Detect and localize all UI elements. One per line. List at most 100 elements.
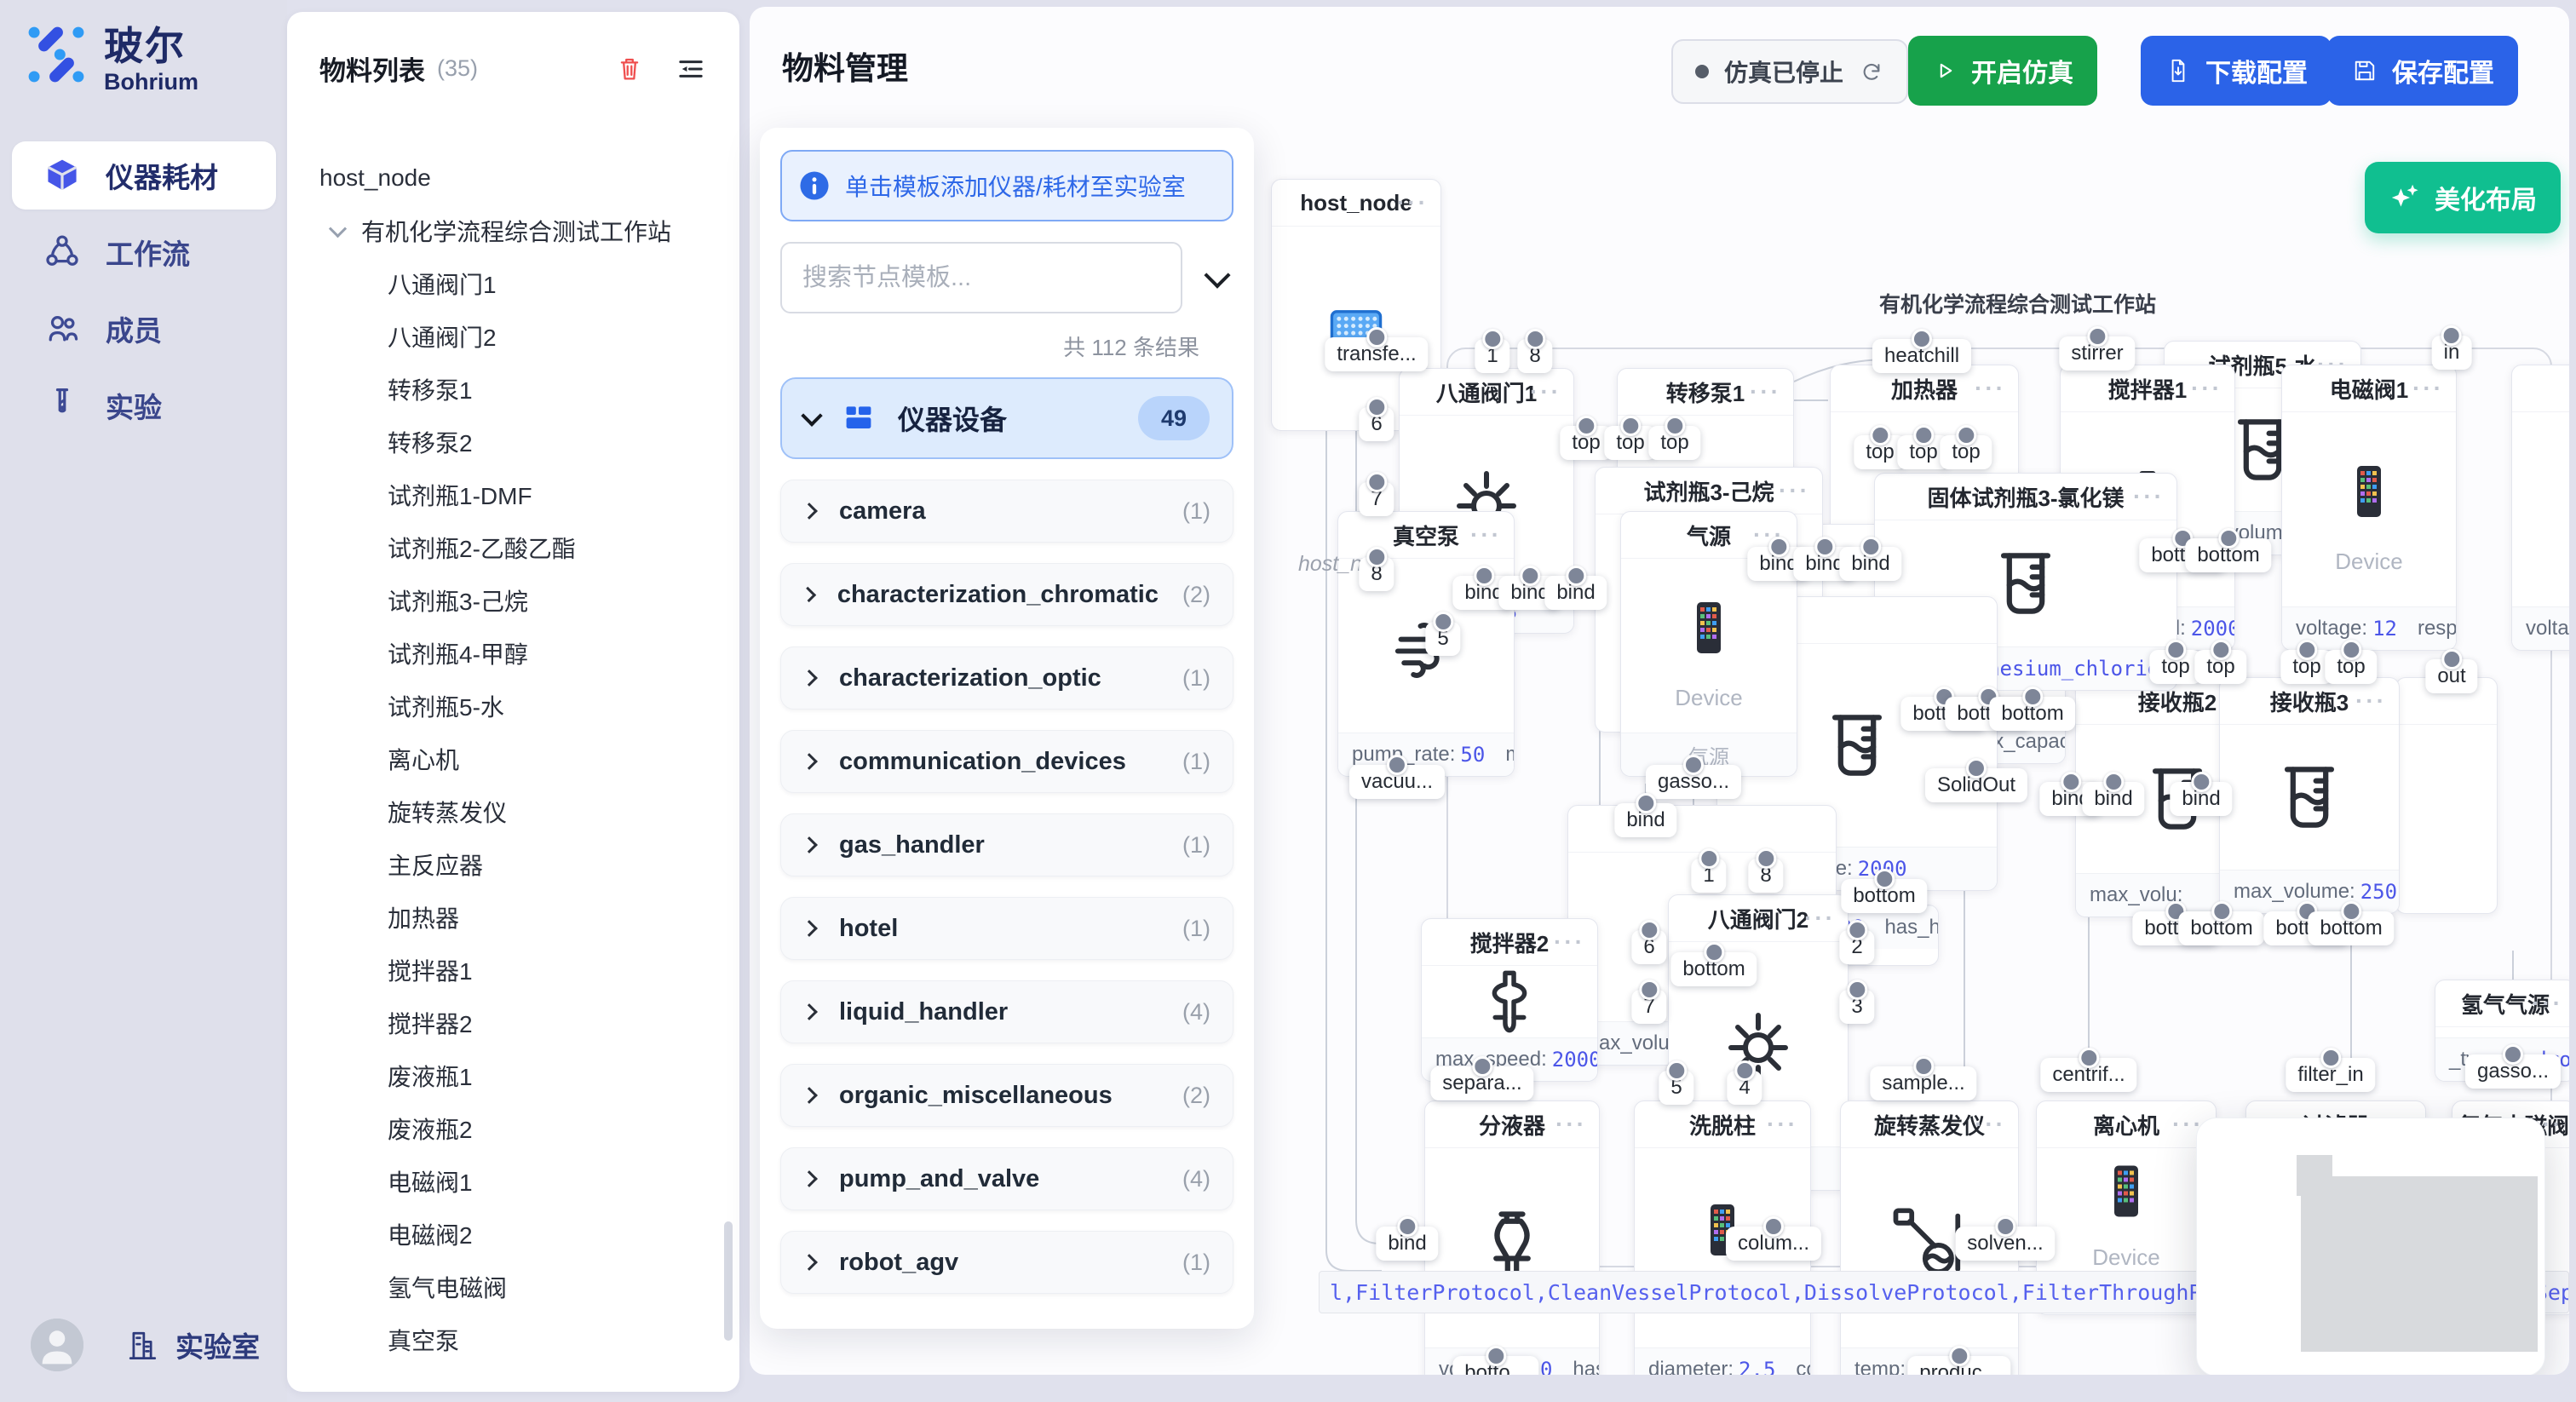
port-pill-4[interactable]: 4: [1727, 1071, 1762, 1105]
node-menu-icon[interactable]: ···: [1470, 521, 1502, 549]
search-input[interactable]: [780, 242, 1182, 313]
canvas-node-分液器[interactable]: 分液器···volume:250has_phases:true: [1424, 1100, 1600, 1375]
sidebar-item-lab[interactable]: 实验室: [123, 1324, 260, 1365]
tree-item[interactable]: 电磁阀2: [287, 1208, 734, 1261]
port-pill-bottom[interactable]: bottom: [1989, 697, 2075, 731]
node-menu-icon[interactable]: ···: [1555, 1111, 1587, 1138]
port-pill-2[interactable]: 2: [1839, 930, 1874, 964]
port-pill-8[interactable]: 8: [1748, 859, 1783, 893]
port-pill-gasso[interactable]: gasso...: [2465, 1054, 2561, 1089]
canvas-node-接收瓶3[interactable]: 接收瓶3···max_volume:250: [2219, 677, 2400, 914]
node-menu-icon[interactable]: ···: [1767, 1111, 1798, 1138]
download-config-button[interactable]: 下载配置: [2141, 36, 2332, 106]
node-menu-icon[interactable]: ···: [2412, 375, 2444, 402]
tree-item[interactable]: 试剂瓶4-甲醇: [287, 627, 734, 680]
port-pill-3[interactable]: 3: [1839, 990, 1874, 1024]
chevron-down-icon[interactable]: [329, 220, 347, 238]
node-menu-icon[interactable]: ···: [2532, 990, 2563, 1017]
node-menu-icon[interactable]: ···: [1554, 928, 1585, 956]
template-category-hotel[interactable]: hotel(1): [780, 897, 1233, 960]
chevron-down-icon[interactable]: [1204, 262, 1230, 289]
port-pill-bottom[interactable]: bottom: [1670, 952, 1757, 986]
template-category-liquid_handler[interactable]: liquid_handler(4): [780, 980, 1233, 1043]
node-menu-icon[interactable]: ···: [1975, 1111, 2006, 1138]
tree-item[interactable]: 真空泵: [287, 1313, 734, 1366]
port-pill-in[interactable]: in: [2432, 336, 2472, 370]
port-pill-bind[interactable]: bind: [2082, 782, 2144, 816]
sidebar-item-3[interactable]: 实验: [12, 371, 276, 440]
port-pill-produc[interactable]: produc...: [1907, 1356, 2010, 1375]
simulation-status-pill[interactable]: 仿真已停止: [1671, 39, 1908, 104]
port-pill-bind[interactable]: bind: [1839, 547, 1901, 581]
tree-item[interactable]: 搅拌器2: [287, 997, 734, 1049]
port-pill-solven[interactable]: solven...: [1955, 1227, 2055, 1261]
port-pill-7[interactable]: 7: [1359, 482, 1394, 516]
canvas-node-搅拌器2[interactable]: 搅拌器2···max_speed:2000: [1421, 918, 1598, 1082]
port-pill-8[interactable]: 8: [1517, 339, 1552, 373]
tree-item[interactable]: 废液瓶2: [287, 1102, 734, 1155]
port-pill-SolidOut[interactable]: SolidOut: [1925, 768, 2027, 802]
canvas-node-card[interactable]: [2395, 677, 2498, 914]
port-pill-out[interactable]: out: [2425, 659, 2477, 693]
save-config-button[interactable]: 保存配置: [2327, 36, 2518, 106]
tree-item[interactable]: 废液瓶1: [287, 1049, 734, 1102]
port-pill-heatchill[interactable]: heatchill: [1872, 339, 1971, 373]
port-pill-top[interactable]: top: [1940, 435, 1992, 469]
port-pill-botto[interactable]: botto...: [1452, 1356, 1538, 1375]
port-pill-top[interactable]: top: [2194, 650, 2246, 684]
port-pill-bind[interactable]: bind: [1376, 1227, 1438, 1261]
tree-item[interactable]: 主反应器: [287, 838, 734, 891]
port-pill-stirrer[interactable]: stirrer: [2059, 336, 2135, 371]
tree-item[interactable]: 加热器: [287, 891, 734, 944]
port-pill-top[interactable]: top: [2325, 650, 2377, 684]
port-pill-5[interactable]: 5: [1659, 1071, 1693, 1105]
tree-item[interactable]: 转移泵2: [287, 416, 734, 468]
port-pill-6[interactable]: 6: [1359, 407, 1394, 441]
trash-icon[interactable]: [613, 53, 646, 85]
port-pill-bottom[interactable]: bottom: [2308, 911, 2394, 945]
port-pill-bind[interactable]: bind: [2170, 782, 2232, 816]
tree-item[interactable]: 有机化学流程综合测试工作站: [287, 204, 734, 257]
template-category-robot_agv[interactable]: robot_agv(1): [780, 1231, 1233, 1294]
port-pill-bottom[interactable]: bottom: [2185, 538, 2271, 572]
tree-item[interactable]: 试剂瓶3-己烷: [287, 574, 734, 627]
port-pill-sample[interactable]: sample...: [1870, 1066, 1976, 1100]
tree-item[interactable]: 离心机: [287, 733, 734, 785]
tree-item[interactable]: 电磁阀1: [287, 1155, 734, 1208]
port-pill-7[interactable]: 7: [1631, 990, 1666, 1024]
tree-item[interactable]: 试剂瓶5-水: [287, 680, 734, 733]
port-pill-separa[interactable]: separa...: [1430, 1066, 1533, 1100]
tree-item[interactable]: 搅拌器1: [287, 944, 734, 997]
port-pill-1[interactable]: 1: [1691, 859, 1726, 893]
tree-item[interactable]: host_node: [287, 152, 734, 204]
port-pill-filterin[interactable]: filter_in: [2286, 1058, 2375, 1092]
tree-item[interactable]: 试剂瓶1-DMF: [287, 468, 734, 521]
template-category-camera[interactable]: camera(1): [780, 480, 1233, 543]
sidebar-item-0[interactable]: 仪器耗材: [12, 141, 276, 210]
template-category-pump_and_valve[interactable]: pump_and_valve(4): [780, 1147, 1233, 1210]
sidebar-item-1[interactable]: 工作流: [12, 218, 276, 286]
node-menu-icon[interactable]: ···: [2133, 483, 2165, 510]
refresh-icon[interactable]: [1859, 59, 1884, 84]
port-pill-gasso[interactable]: gasso...: [1646, 765, 1741, 799]
port-pill-colum[interactable]: colum...: [1726, 1227, 1821, 1261]
node-menu-icon[interactable]: ···: [1397, 189, 1429, 216]
port-pill-1[interactable]: 1: [1475, 339, 1509, 373]
port-pill-bottom[interactable]: bottom: [1841, 879, 1927, 913]
node-menu-icon[interactable]: ···: [1975, 375, 2006, 402]
port-pill-6[interactable]: 6: [1631, 930, 1666, 964]
collapse-list-icon[interactable]: [675, 53, 707, 85]
port-pill-bind[interactable]: bind: [1544, 576, 1607, 610]
avatar[interactable]: [31, 1319, 83, 1371]
template-category-characterization_chromatic[interactable]: characterization_chromatic(2): [780, 563, 1233, 626]
node-menu-icon[interactable]: ···: [1779, 477, 1810, 504]
port-pill-bottom[interactable]: bottom: [2178, 911, 2264, 945]
node-menu-icon[interactable]: ···: [1804, 905, 1836, 932]
sidebar-item-2[interactable]: 成员: [12, 295, 276, 363]
port-pill-5[interactable]: 5: [1425, 622, 1460, 656]
template-category-characterization_optic[interactable]: characterization_optic(1): [780, 646, 1233, 710]
tree-item[interactable]: 旋转蒸发仪: [287, 785, 734, 838]
tree-item[interactable]: 氢气电磁阀: [287, 1261, 734, 1313]
template-category-gas_handler[interactable]: gas_handler(1): [780, 813, 1233, 876]
node-menu-icon[interactable]: ···: [1750, 378, 1781, 405]
